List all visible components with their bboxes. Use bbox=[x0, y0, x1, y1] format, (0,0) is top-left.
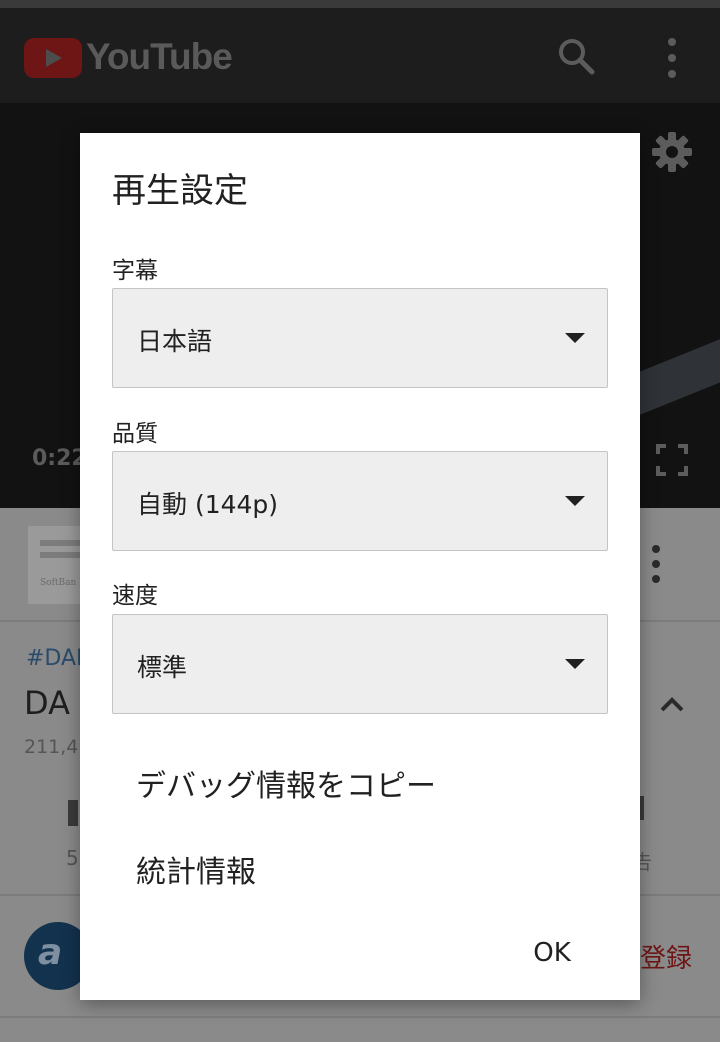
like-count: 5 bbox=[66, 846, 79, 870]
status-bar bbox=[0, 0, 720, 8]
playback-settings-dialog: 再生設定 字幕 日本語 品質 自動 (144p) 速度 標準 デバッグ情報をコピ… bbox=[80, 133, 640, 1000]
video-title: DA bbox=[24, 684, 70, 722]
copy-debug-info-item[interactable]: デバッグ情報をコピー bbox=[136, 761, 436, 805]
like-icon[interactable] bbox=[68, 800, 78, 826]
youtube-logo-icon[interactable] bbox=[24, 38, 82, 78]
quality-label: 品質 bbox=[112, 421, 158, 447]
captions-label: 字幕 bbox=[112, 258, 158, 284]
top-app-bar: YouTube bbox=[0, 8, 720, 103]
quality-value: 自動 (144p) bbox=[137, 490, 279, 519]
ad-logo-text: SoftBan bbox=[40, 578, 77, 588]
stats-for-nerds-item[interactable]: 統計情報 bbox=[136, 847, 256, 891]
channel-avatar-letter: a bbox=[38, 932, 63, 973]
dropdown-arrow-icon bbox=[565, 496, 585, 506]
settings-gear-icon[interactable] bbox=[650, 130, 694, 174]
quality-select[interactable]: 自動 (144p) bbox=[112, 451, 608, 551]
chevron-up-icon[interactable] bbox=[658, 694, 686, 714]
divider bbox=[0, 1016, 720, 1018]
view-count: 211,4 bbox=[24, 736, 79, 758]
speed-value: 標準 bbox=[137, 653, 188, 682]
fullscreen-icon[interactable] bbox=[656, 444, 688, 476]
speed-select[interactable]: 標準 bbox=[112, 614, 608, 714]
speed-label: 速度 bbox=[112, 583, 158, 609]
player-time: 0:22 bbox=[32, 446, 87, 471]
search-icon[interactable] bbox=[556, 36, 596, 76]
dialog-title: 再生設定 bbox=[112, 171, 248, 211]
youtube-wordmark: YouTube bbox=[86, 36, 233, 77]
subscribe-button[interactable]: 登録 bbox=[640, 938, 692, 975]
hashtag-link[interactable]: #DAI bbox=[26, 646, 83, 671]
dropdown-arrow-icon bbox=[565, 333, 585, 343]
ad-more-icon[interactable] bbox=[650, 544, 662, 584]
more-vert-icon[interactable] bbox=[660, 36, 684, 80]
captions-select[interactable]: 日本語 bbox=[112, 288, 608, 388]
ok-button[interactable]: OK bbox=[510, 929, 594, 977]
dropdown-arrow-icon bbox=[565, 659, 585, 669]
captions-value: 日本語 bbox=[137, 327, 213, 356]
